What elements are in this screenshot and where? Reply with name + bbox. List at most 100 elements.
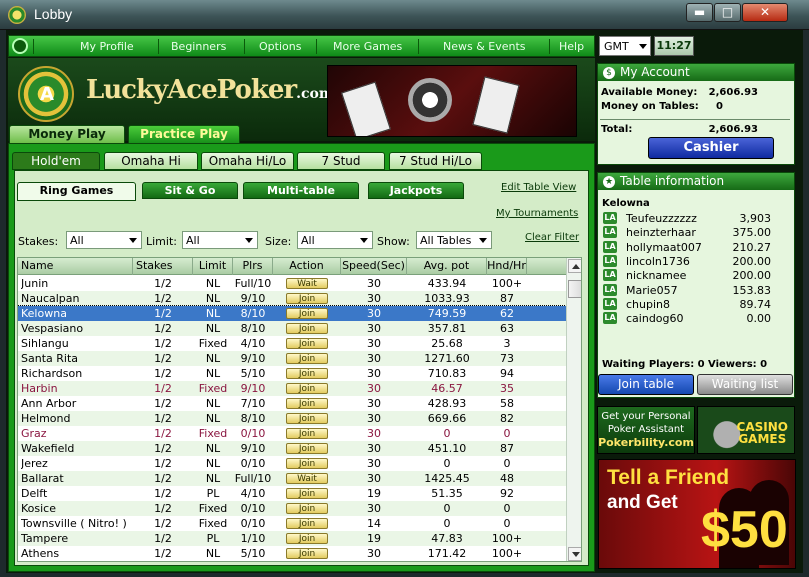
- join-button[interactable]: Join: [286, 488, 328, 499]
- home-icon[interactable]: [12, 38, 28, 54]
- wait-button[interactable]: Wait: [286, 473, 328, 484]
- join-button[interactable]: Join: [286, 293, 328, 304]
- cashier-button[interactable]: Cashier: [648, 137, 774, 159]
- scroll-thumb[interactable]: [568, 280, 581, 298]
- table-row[interactable]: Kosice 1/2 Fixed 0/10 30 0 0 Join: [18, 501, 566, 516]
- scroll-up-button[interactable]: [568, 259, 581, 273]
- join-button[interactable]: Join: [286, 338, 328, 349]
- tab-money-play[interactable]: Money Play: [9, 125, 125, 143]
- cell-pot: 428.93: [427, 397, 467, 410]
- tab-jackpots[interactable]: Jackpots: [368, 182, 464, 199]
- tab-multi-table[interactable]: Multi-table: [243, 182, 359, 199]
- maximize-button[interactable]: □: [714, 3, 741, 22]
- table-row[interactable]: Graz 1/2 Fixed 0/10 30 0 0 Join: [18, 426, 566, 441]
- minimize-button[interactable]: ▬: [686, 3, 713, 22]
- tab-7-stud-hilo[interactable]: 7 Stud Hi/Lo: [389, 152, 482, 170]
- join-button[interactable]: Join: [286, 548, 328, 559]
- table-row[interactable]: Ballarat 1/2 NL Full/10 30 1425.45 48 Wait: [18, 471, 566, 486]
- ad-text-line: Get your Personal: [601, 411, 691, 422]
- table-row[interactable]: Helmond 1/2 NL 8/10 30 669.66 82 Join: [18, 411, 566, 426]
- table-row[interactable]: Junin 1/2 NL Full/10 30 433.94 100+ Wait: [18, 276, 566, 291]
- table-row[interactable]: Wakefield 1/2 NL 9/10 30 451.10 87 Join: [18, 441, 566, 456]
- table-row[interactable]: Richardson 1/2 NL 5/10 30 710.83 94 Join: [18, 366, 566, 381]
- nav-news-events[interactable]: News & Events: [443, 40, 526, 53]
- join-button[interactable]: Join: [286, 413, 328, 424]
- wait-button[interactable]: Wait: [286, 278, 328, 289]
- column-name[interactable]: Name: [18, 258, 133, 275]
- nav-options[interactable]: Options: [259, 40, 301, 53]
- join-button[interactable]: Join: [286, 323, 328, 334]
- join-button[interactable]: Join: [286, 428, 328, 439]
- table-row[interactable]: Delft 1/2 PL 4/10 19 51.35 92 Join: [18, 486, 566, 501]
- table-row[interactable]: Tampere 1/2 PL 1/10 19 47.83 100+ Join: [18, 531, 566, 546]
- table-row[interactable]: Athens 1/2 NL 5/10 30 171.42 100+ Join: [18, 546, 566, 561]
- table-row[interactable]: Vespasiano 1/2 NL 8/10 30 357.81 63 Join: [18, 321, 566, 336]
- cell-name: Kelowna: [21, 307, 67, 320]
- column-stakes[interactable]: Stakes: [133, 258, 193, 275]
- join-table-button[interactable]: Join table: [598, 374, 694, 395]
- join-button[interactable]: Join: [286, 443, 328, 454]
- size-select[interactable]: All: [297, 231, 373, 249]
- poker-assistant-ad[interactable]: Get your Personal Poker Assistant Pokerb…: [597, 406, 695, 454]
- join-button[interactable]: Join: [286, 398, 328, 409]
- waiting-players-count: Waiting Players: 0: [602, 359, 705, 370]
- column-avg-pot[interactable]: Avg. pot: [407, 258, 487, 275]
- casino-games-ad[interactable]: CASINO GAMES: [697, 406, 795, 454]
- join-button[interactable]: Join: [286, 503, 328, 514]
- tab-sit-and-go[interactable]: Sit & Go: [142, 182, 238, 199]
- limit-select[interactable]: All: [182, 231, 258, 249]
- join-button[interactable]: Join: [286, 383, 328, 394]
- tab-ring-games[interactable]: Ring Games: [17, 182, 136, 201]
- join-button[interactable]: Join: [286, 368, 328, 379]
- table-row[interactable]: Ann Arbor 1/2 NL 7/10 30 428.93 58 Join: [18, 396, 566, 411]
- money-on-tables-value: 0: [716, 101, 723, 112]
- column-players[interactable]: Plrs: [233, 258, 273, 275]
- tell-a-friend-ad[interactable]: Tell a Friend and Get $50: [598, 459, 796, 569]
- table-row[interactable]: Jerez 1/2 NL 0/10 30 0 0 Join: [18, 456, 566, 471]
- join-button[interactable]: Join: [286, 518, 328, 529]
- tab-omaha-hi[interactable]: Omaha Hi: [104, 152, 198, 170]
- table-scrollbar[interactable]: [566, 258, 581, 561]
- join-button[interactable]: Join: [286, 353, 328, 364]
- tab-omaha-hilo[interactable]: Omaha Hi/Lo: [201, 152, 294, 170]
- edit-table-view-link[interactable]: Edit Table View: [501, 182, 576, 193]
- column-action[interactable]: Action: [273, 258, 341, 275]
- waiting-list-button[interactable]: Waiting list: [697, 374, 793, 395]
- my-tournaments-link[interactable]: My Tournaments: [496, 208, 578, 219]
- cell-stakes: 1/2: [154, 532, 172, 545]
- window-titlebar[interactable]: Lobby ▬ □ ✕: [0, 0, 809, 30]
- table-row[interactable]: Harbin 1/2 Fixed 9/10 30 46.57 35 Join: [18, 381, 566, 396]
- column-speed[interactable]: Speed(Sec): [341, 258, 407, 275]
- cell-pot: 47.83: [431, 532, 463, 545]
- table-row[interactable]: Sihlangu 1/2 Fixed 4/10 30 25.68 3 Join: [18, 336, 566, 351]
- nav-beginners[interactable]: Beginners: [171, 40, 226, 53]
- nav-more-games[interactable]: More Games: [333, 40, 402, 53]
- cell-plrs: 0/10: [240, 517, 266, 530]
- cell-limit: Fixed: [198, 517, 228, 530]
- table-row[interactable]: Santa Rita 1/2 NL 9/10 30 1271.60 73 Join: [18, 351, 566, 366]
- show-select[interactable]: All Tables: [416, 231, 492, 249]
- cell-plrs: 8/10: [240, 322, 266, 335]
- nav-my-profile[interactable]: My Profile: [80, 40, 134, 53]
- join-button[interactable]: Join: [286, 533, 328, 544]
- table-row[interactable]: Naucalpan 1/2 NL 9/10 30 1033.93 87 Join: [18, 291, 566, 306]
- timezone-select[interactable]: GMT: [599, 36, 651, 56]
- tab-practice-play[interactable]: Practice Play: [128, 125, 240, 143]
- tab-7-stud[interactable]: 7 Stud: [297, 152, 385, 170]
- column-limit[interactable]: Limit: [193, 258, 233, 275]
- column-hands-per-hour[interactable]: Hnd/Hr: [487, 258, 527, 275]
- join-button[interactable]: Join: [286, 458, 328, 469]
- clear-filter-link[interactable]: Clear Filter: [525, 232, 579, 243]
- cell-speed: 30: [367, 502, 381, 515]
- table-row[interactable]: Kelowna 1/2 NL 8/10 30 749.59 62 Join: [18, 305, 567, 322]
- promo-banner[interactable]: [327, 65, 577, 137]
- scroll-down-button[interactable]: [568, 547, 581, 561]
- cell-stakes: 1/2: [154, 382, 172, 395]
- tab-holdem[interactable]: Hold'em: [12, 152, 100, 170]
- stakes-select[interactable]: All: [66, 231, 142, 249]
- table-row[interactable]: Townsville ( Nitro! ) 1/2 Fixed 0/10 14 0 0 Joi…: [18, 516, 566, 531]
- close-button[interactable]: ✕: [742, 3, 788, 22]
- player-badge-icon: LA: [603, 240, 617, 253]
- nav-help[interactable]: Help: [559, 40, 584, 53]
- join-button[interactable]: Join: [286, 308, 328, 319]
